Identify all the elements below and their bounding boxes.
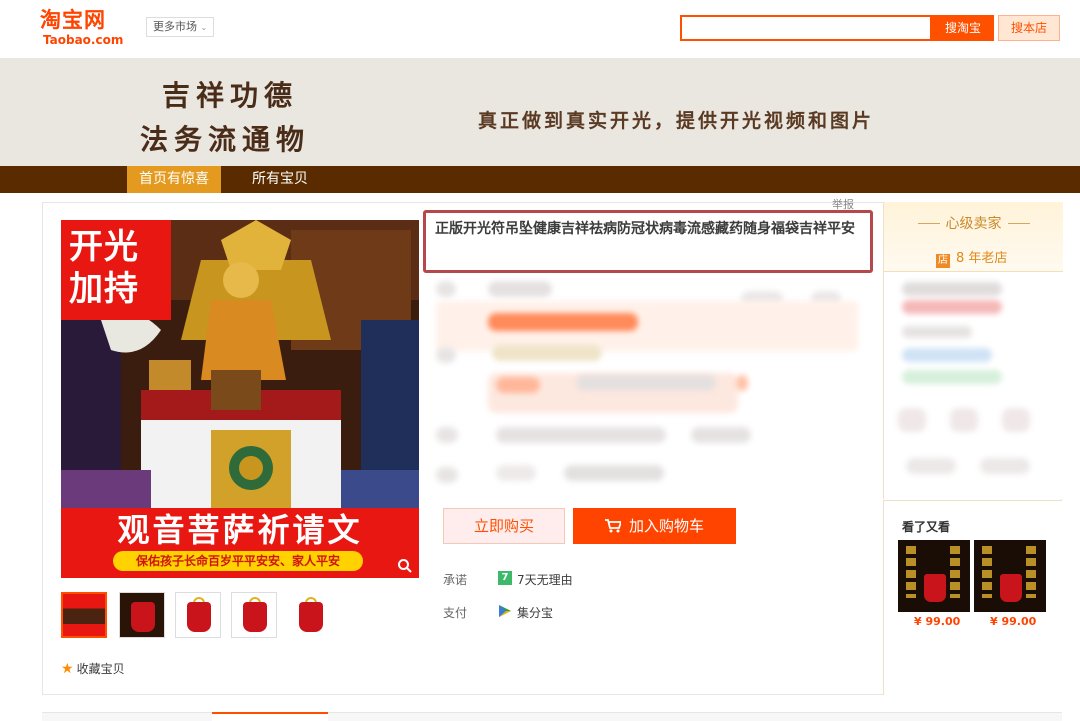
image-caption-title: 观音菩萨祈请文: [117, 511, 363, 549]
favorite-label: 收藏宝贝: [76, 662, 125, 676]
banner-line-1: 吉祥功德: [162, 79, 299, 112]
thumbnail-5[interactable]: [287, 592, 333, 638]
buy-now-button[interactable]: 立即购买: [443, 508, 565, 544]
shop-banner[interactable]: 吉祥功德 法务流通物 真正做到真实开光，提供开光视频和图片: [0, 58, 1080, 166]
obscured-row: [496, 465, 536, 481]
obscured-price-area: [436, 277, 858, 492]
obscured-row: [902, 300, 1002, 314]
obscured-row: [436, 467, 458, 483]
obscured-row: [488, 313, 638, 331]
gold-text-decoration: [906, 546, 916, 598]
shop-age-label: 8 年老店: [956, 251, 1008, 266]
jifenbao-icon: [499, 605, 511, 617]
recommended-item-2[interactable]: [974, 540, 1046, 612]
also-viewed-panel: 看了又看 ¥ 99.00 ¥ 99.00: [883, 500, 1062, 695]
thumbnail-4[interactable]: [231, 592, 277, 638]
search-taobao-button[interactable]: 搜淘宝: [932, 15, 994, 41]
image-caption-band: 观音菩萨祈请文 保佑孩子长命百岁平平安安、家人平安: [61, 508, 419, 578]
obscured-row: [564, 465, 664, 481]
image-badge: 开光 加持: [61, 220, 171, 320]
top-bar: 淘宝网 Taobao.com 更多市场 ⌄ 搜淘宝 搜本店: [0, 0, 1080, 58]
pouch-image: [299, 602, 323, 632]
chevron-down-icon: ⌄: [200, 23, 208, 32]
pouch-image: [131, 602, 155, 632]
obscured-row: [902, 282, 1002, 296]
banner-slogan: 真正做到真实开光，提供开光视频和图片: [478, 110, 875, 132]
pouch-image: [924, 574, 946, 602]
obscured-row: [902, 370, 1002, 384]
search-input[interactable]: [682, 17, 930, 39]
detail-tab-active[interactable]: [212, 712, 328, 721]
banner-line-2: 法务流通物: [140, 123, 311, 156]
thumbnail-image: [63, 594, 105, 636]
obscured-row: [691, 427, 751, 443]
recommended-price-2: ¥ 99.00: [990, 615, 1037, 628]
add-to-cart-label: 加入购物车: [628, 517, 704, 535]
favorite-button[interactable]: ★ 收藏宝贝: [61, 660, 125, 677]
obscured-row: [496, 377, 540, 393]
thumbnail-2[interactable]: [119, 592, 165, 638]
detail-tab-strip: [42, 712, 1062, 721]
obscured-row: [1002, 408, 1030, 432]
shop-icon: 店: [936, 254, 950, 268]
obscured-row: [906, 458, 956, 474]
more-market-dropdown[interactable]: 更多市场 ⌄: [146, 17, 215, 37]
main-product-image[interactable]: 开光 加持 观音菩萨祈请文 保佑孩子长命百岁平平安安、家人平安: [61, 220, 419, 578]
seller-level-label: 心级卖家: [945, 216, 1002, 232]
obscured-row: [736, 375, 748, 391]
recommended-price-1: ¥ 99.00: [914, 615, 961, 628]
seller-level: 心级卖家: [884, 213, 1063, 233]
divider: [917, 223, 940, 224]
obscured-row: [436, 347, 456, 363]
nav-tab-all-items[interactable]: 所有宝贝: [240, 166, 320, 193]
payment-value[interactable]: 集分宝: [517, 604, 553, 621]
image-caption-subtitle: 保佑孩子长命百岁平平安安、家人平安: [113, 551, 363, 571]
star-icon: ★: [61, 661, 74, 677]
promise-label: 承诺: [443, 573, 468, 587]
search-box[interactable]: [680, 15, 932, 41]
gold-text-decoration: [1026, 546, 1036, 598]
obscured-row: [902, 348, 992, 362]
obscured-row: [492, 345, 602, 361]
also-viewed-title: 看了又看: [902, 520, 951, 534]
thumbnail-1[interactable]: [61, 592, 107, 638]
obscured-row: [436, 281, 456, 297]
seven-day-icon: 7: [498, 571, 512, 585]
obscured-row: [488, 281, 552, 297]
thumbnail-strip: [61, 592, 421, 640]
gold-text-decoration: [982, 546, 992, 598]
obscured-row: [496, 427, 666, 443]
add-to-cart-button[interactable]: 加入购物车: [573, 508, 736, 544]
nav-tab-home[interactable]: 首页有惊喜: [127, 166, 221, 193]
seller-header: 心级卖家 店 8 年老店: [884, 202, 1063, 272]
obscured-row: [576, 375, 716, 391]
pouch-image: [187, 602, 211, 632]
search-shop-button[interactable]: 搜本店: [998, 15, 1060, 41]
logo-text-en: Taobao.com: [43, 33, 124, 47]
shop-age: 店 8 年老店: [936, 247, 1007, 268]
cart-icon: [604, 519, 621, 533]
promise-value[interactable]: 7天无理由: [517, 571, 573, 588]
payment-label: 支付: [443, 606, 468, 620]
recommended-item-1[interactable]: [898, 540, 970, 612]
obscured-row: [898, 408, 926, 432]
obscured-row: [436, 427, 458, 443]
zoom-icon[interactable]: [397, 558, 413, 574]
image-badge-text: 开光 加持: [69, 227, 139, 309]
pouch-image: [1000, 574, 1022, 602]
obscured-row: [950, 408, 978, 432]
shop-nav: 首页有惊喜 所有宝贝: [0, 166, 1080, 193]
more-market-label: 更多市场: [153, 20, 197, 33]
taobao-logo[interactable]: 淘宝网 Taobao.com: [40, 8, 132, 48]
seller-panel: 心级卖家 店 8 年老店: [883, 202, 1063, 499]
product-title: 正版开光符吊坠健康吉祥祛病防冠状病毒流感藏药随身福袋吉祥平安: [423, 210, 873, 273]
obscured-row: [980, 458, 1030, 474]
divider: [1007, 223, 1030, 224]
logo-text-cn: 淘宝网: [40, 8, 106, 32]
thumbnail-3[interactable]: [175, 592, 221, 638]
pouch-image: [243, 602, 267, 632]
obscured-row: [902, 326, 972, 338]
gold-text-decoration: [950, 546, 960, 598]
